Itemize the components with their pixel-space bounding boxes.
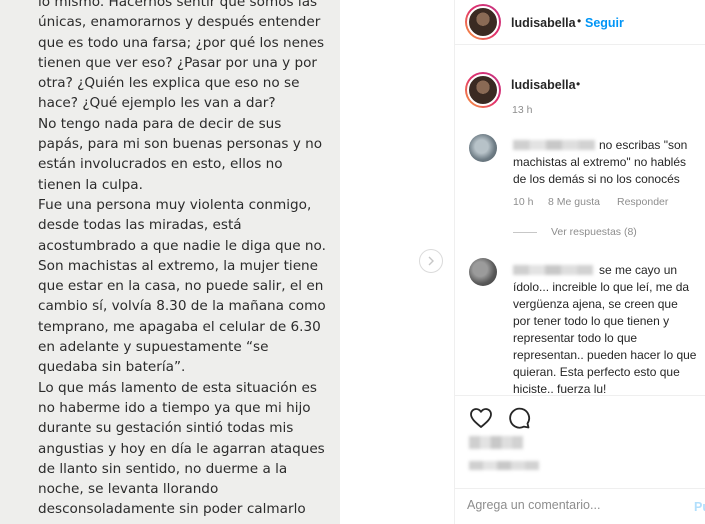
photo-paragraph: No tengo nada para de decir de sus papás…: [38, 115, 323, 193]
commenter-avatar[interactable]: [469, 258, 497, 286]
header-username[interactable]: ludisabella: [511, 16, 576, 30]
follow-button[interactable]: Seguir: [585, 16, 624, 30]
caption-separator: •: [576, 77, 581, 91]
chevron-right-icon: [428, 256, 434, 266]
blurred-date: [469, 461, 539, 470]
comment-likes[interactable]: 8 Me gusta: [548, 196, 600, 208]
photo-text: lo mismo. Hacernos sentir que somos las …: [38, 0, 328, 520]
commenter-avatar[interactable]: [469, 134, 497, 162]
post-header: ludisabella • Seguir: [455, 0, 705, 45]
next-photo-button[interactable]: [419, 249, 443, 273]
photo-paragraph: Fue una persona muy violenta conmigo, de…: [38, 196, 326, 376]
avatar[interactable]: [465, 4, 501, 40]
replies-divider: [513, 231, 537, 233]
caption-username[interactable]: ludisabella: [511, 78, 576, 92]
view-replies-button[interactable]: Ver respuestas (8): [513, 226, 637, 238]
blurred-likes: [469, 436, 523, 449]
action-bar: [469, 406, 531, 430]
comment-icon[interactable]: [507, 406, 531, 430]
photo-paragraph: Lo que más lamento de esta situación es …: [38, 379, 325, 518]
view-replies-label: Ver respuestas (8): [551, 226, 637, 238]
post-side-panel: ludisabella • Seguir ludisabella • 13 h …: [454, 0, 705, 524]
comment-box: Pu: [455, 488, 705, 524]
comment-text: se me cayo un ídolo... increible lo que …: [513, 263, 697, 396]
comment-text: no escribas "son machistas al extremo" n…: [513, 138, 688, 186]
post-photo[interactable]: lo mismo. Hacernos sentir que somos las …: [0, 0, 454, 524]
heart-icon[interactable]: [469, 406, 493, 430]
publish-button[interactable]: Pu: [694, 500, 705, 514]
comment-input[interactable]: [467, 498, 682, 512]
header-separator: •: [577, 14, 582, 28]
comment-timestamp[interactable]: 10 h: [513, 196, 533, 208]
reply-button[interactable]: Responder: [617, 196, 668, 208]
caption-avatar[interactable]: [465, 72, 501, 108]
photo-paragraph: lo mismo. Hacernos sentir que somos las …: [38, 0, 325, 112]
caption-timestamp[interactable]: 13 h: [512, 104, 532, 116]
divider: [455, 395, 705, 396]
photo-text-image: lo mismo. Hacernos sentir que somos las …: [0, 0, 340, 524]
